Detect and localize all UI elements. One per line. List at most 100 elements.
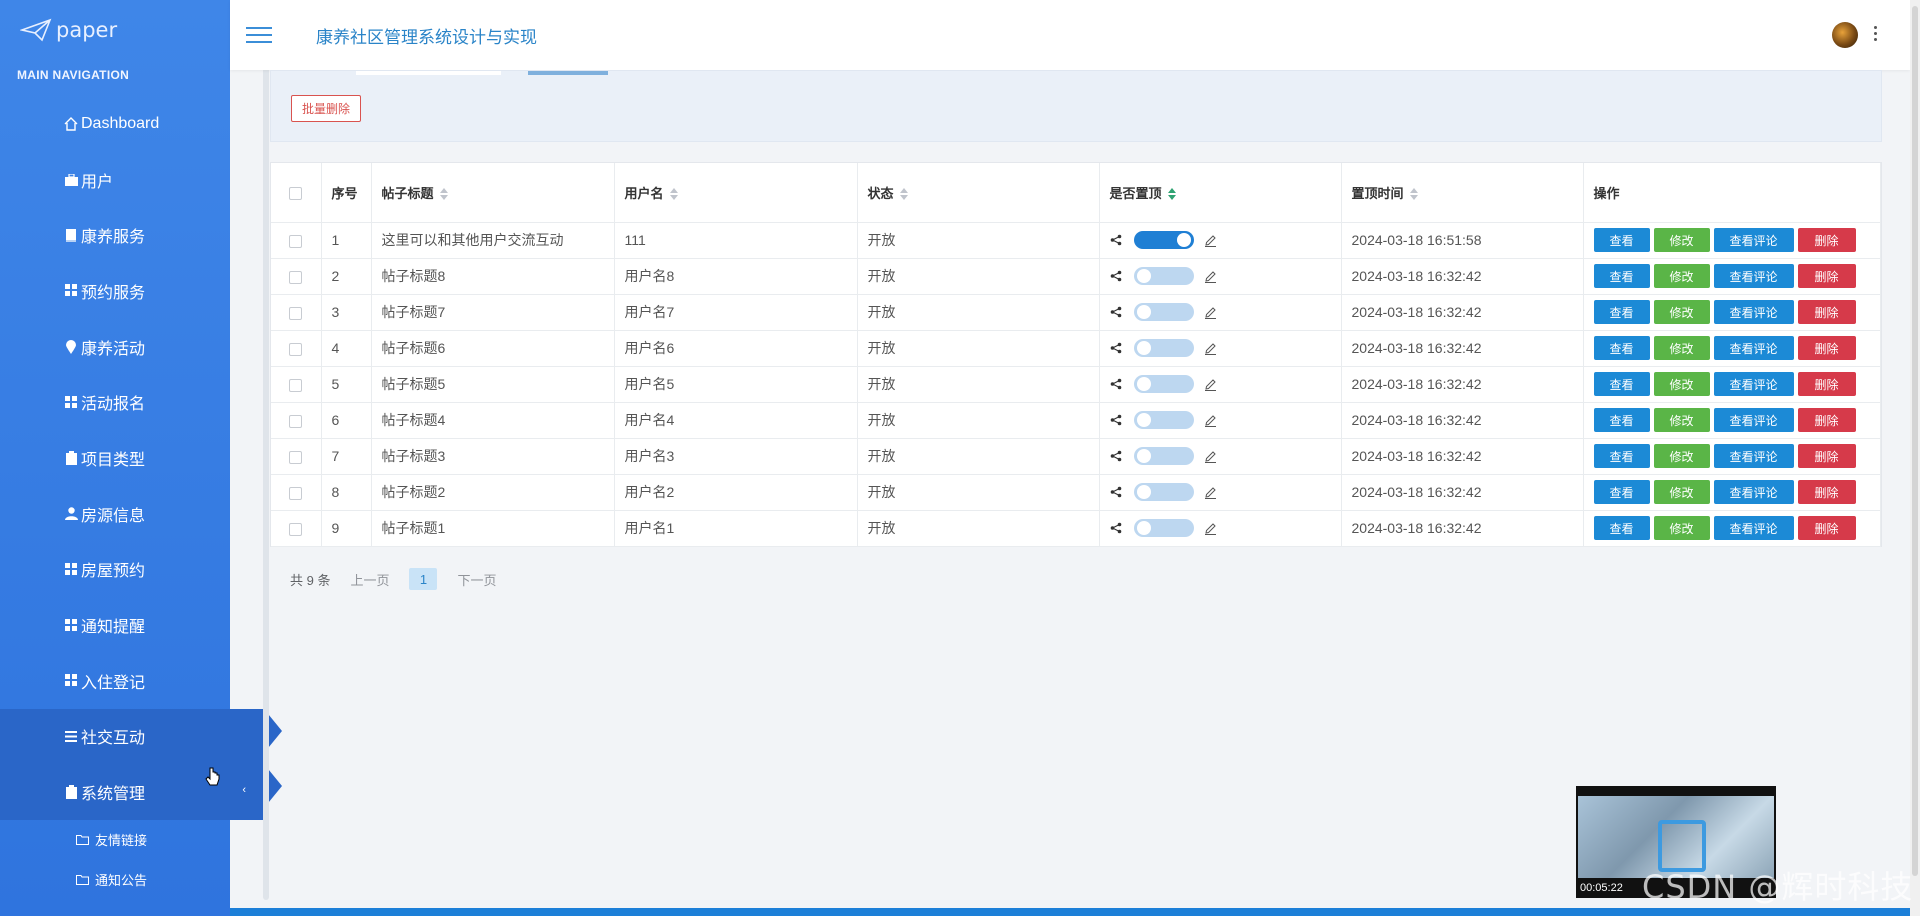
view-comments-button[interactable]: 查看评论: [1713, 444, 1794, 468]
edit-button[interactable]: 修改: [1653, 516, 1710, 540]
share-icon[interactable]: [1110, 306, 1124, 318]
pin-toggle-switch[interactable]: [1133, 339, 1194, 357]
edit-button[interactable]: 修改: [1653, 300, 1710, 324]
row-checkbox[interactable]: [289, 270, 303, 284]
col-status[interactable]: 状态: [857, 163, 1100, 223]
sidebar-item-menu-4[interactable]: 康养活动: [0, 319, 230, 375]
select-all-checkbox[interactable]: [289, 186, 303, 200]
edit-button[interactable]: 修改: [1653, 228, 1710, 252]
table-row[interactable]: 7 帖子标题3 用户名3 开放 2024-03-18 16:32:42 查看 修改 查看评论删…: [271, 438, 1881, 475]
view-button[interactable]: 查看: [1593, 480, 1650, 504]
sidebar-item-menu-8[interactable]: 房屋预约: [0, 542, 230, 598]
row-checkbox[interactable]: [289, 522, 303, 536]
row-checkbox[interactable]: [289, 450, 303, 464]
delete-button[interactable]: 删除: [1797, 372, 1856, 396]
row-checkbox[interactable]: [289, 234, 303, 248]
edit-pencil-icon[interactable]: [1204, 342, 1218, 355]
table-row[interactable]: 3 帖子标题7 用户名7 开放 2024-03-18 16:32:42 查看 修改 查看评论删…: [271, 294, 1881, 331]
delete-button[interactable]: 删除: [1797, 300, 1856, 324]
sidebar-item-menu-9[interactable]: 通知提醒: [0, 597, 230, 653]
edit-pencil-icon[interactable]: [1204, 414, 1218, 427]
edit-button[interactable]: 修改: [1653, 408, 1710, 432]
row-checkbox[interactable]: [289, 306, 303, 320]
table-row[interactable]: 6 帖子标题4 用户名4 开放 2024-03-18 16:32:42 查看 修改 查看评论删…: [271, 402, 1881, 439]
pin-toggle-switch[interactable]: [1133, 231, 1194, 249]
sort-icon[interactable]: [1409, 188, 1418, 201]
view-comments-button[interactable]: 查看评论: [1713, 480, 1794, 504]
row-checkbox[interactable]: [289, 414, 303, 428]
row-checkbox[interactable]: [289, 486, 303, 500]
delete-button[interactable]: 删除: [1797, 444, 1856, 468]
edit-button[interactable]: 修改: [1653, 372, 1710, 396]
delete-button[interactable]: 删除: [1797, 408, 1856, 432]
view-comments-button[interactable]: 查看评论: [1713, 516, 1794, 540]
pin-toggle-switch[interactable]: [1133, 447, 1194, 465]
delete-button[interactable]: 删除: [1797, 480, 1856, 504]
share-icon[interactable]: [1110, 486, 1124, 498]
pin-toggle-switch[interactable]: [1133, 411, 1194, 429]
avatar[interactable]: [1832, 22, 1858, 48]
search-input[interactable]: [356, 71, 501, 75]
page-1-button[interactable]: 1: [409, 568, 438, 590]
view-button[interactable]: 查看: [1593, 516, 1650, 540]
table-row[interactable]: 8 帖子标题2 用户名2 开放 2024-03-18 16:32:42 查看 修改 查看评论删…: [271, 474, 1881, 511]
sidebar-item-menu-12[interactable]: 系统管理 ‹: [0, 764, 282, 820]
col-title[interactable]: 帖子标题: [371, 163, 615, 223]
sidebar-item-menu-5[interactable]: 活动报名: [0, 374, 230, 430]
view-button[interactable]: 查看: [1593, 444, 1650, 468]
view-button[interactable]: 查看: [1593, 300, 1650, 324]
sidebar-item-menu-3[interactable]: 预约服务: [0, 263, 230, 319]
row-checkbox[interactable]: [289, 342, 303, 356]
sidebar-subitem-0[interactable]: 友情链接: [0, 820, 230, 860]
share-icon[interactable]: [1110, 270, 1124, 282]
share-icon[interactable]: [1110, 378, 1124, 390]
sidebar-item-menu-6[interactable]: 项目类型: [0, 430, 230, 486]
edit-button[interactable]: 修改: [1653, 480, 1710, 504]
row-checkbox[interactable]: [289, 378, 303, 392]
table-row[interactable]: 5 帖子标题5 用户名5 开放 2024-03-18 16:32:42 查看 修改 查看评论删…: [271, 366, 1881, 403]
sidebar-item-menu-7[interactable]: 房源信息: [0, 486, 230, 542]
edit-button[interactable]: 修改: [1653, 336, 1710, 360]
search-button[interactable]: [528, 71, 608, 75]
edit-pencil-icon[interactable]: [1204, 522, 1218, 535]
share-icon[interactable]: [1110, 414, 1124, 426]
next-page-button[interactable]: 下一页: [457, 570, 496, 589]
col-user[interactable]: 用户名: [614, 163, 858, 223]
pin-toggle-switch[interactable]: [1133, 267, 1194, 285]
sort-icon[interactable]: [669, 188, 678, 201]
delete-button[interactable]: 删除: [1797, 516, 1856, 540]
edit-pencil-icon[interactable]: [1204, 270, 1218, 283]
batch-delete-button[interactable]: 批量删除: [291, 95, 362, 122]
edit-pencil-icon[interactable]: [1204, 306, 1218, 319]
pin-toggle-switch[interactable]: [1133, 519, 1194, 537]
view-comments-button[interactable]: 查看评论: [1713, 264, 1794, 288]
edit-button[interactable]: 修改: [1653, 444, 1710, 468]
pin-toggle-switch[interactable]: [1133, 375, 1194, 393]
delete-button[interactable]: 删除: [1797, 264, 1856, 288]
view-button[interactable]: 查看: [1593, 336, 1650, 360]
view-comments-button[interactable]: 查看评论: [1713, 408, 1794, 432]
pin-toggle-switch[interactable]: [1133, 483, 1194, 501]
edit-pencil-icon[interactable]: [1204, 378, 1218, 391]
prev-page-button[interactable]: 上一页: [350, 570, 389, 589]
view-button[interactable]: 查看: [1593, 264, 1650, 288]
sidebar-item-dashboard[interactable]: Dashboard: [0, 96, 230, 152]
share-icon[interactable]: [1110, 450, 1124, 462]
menu-toggle-icon[interactable]: [246, 22, 272, 48]
share-icon[interactable]: [1110, 342, 1124, 354]
table-row[interactable]: 2 帖子标题8 用户名8 开放 2024-03-18 16:32:42 查看 修改 查看评论删…: [271, 258, 1881, 295]
view-button[interactable]: 查看: [1593, 228, 1650, 252]
sort-icon[interactable]: [439, 188, 448, 201]
table-row[interactable]: 9 帖子标题1 用户名1 开放 2024-03-18 16:32:42 查看 修改 查看评论删…: [271, 510, 1881, 547]
sort-icon[interactable]: [1167, 188, 1176, 201]
pin-toggle-switch[interactable]: [1133, 303, 1194, 321]
sort-icon[interactable]: [899, 188, 908, 201]
sidebar-item-menu-10[interactable]: 入住登记: [0, 653, 230, 709]
view-comments-button[interactable]: 查看评论: [1713, 336, 1794, 360]
table-row[interactable]: 1 这里可以和其他用户交流互动 111 开放 2024-03-18 16:51:58 查看…: [271, 222, 1881, 259]
view-comments-button[interactable]: 查看评论: [1713, 372, 1794, 396]
edit-pencil-icon[interactable]: [1204, 450, 1218, 463]
sidebar-subitem-1[interactable]: 通知公告: [0, 860, 230, 900]
delete-button[interactable]: 删除: [1797, 336, 1856, 360]
sidebar-item-menu-11[interactable]: 社交互动: [0, 708, 282, 765]
